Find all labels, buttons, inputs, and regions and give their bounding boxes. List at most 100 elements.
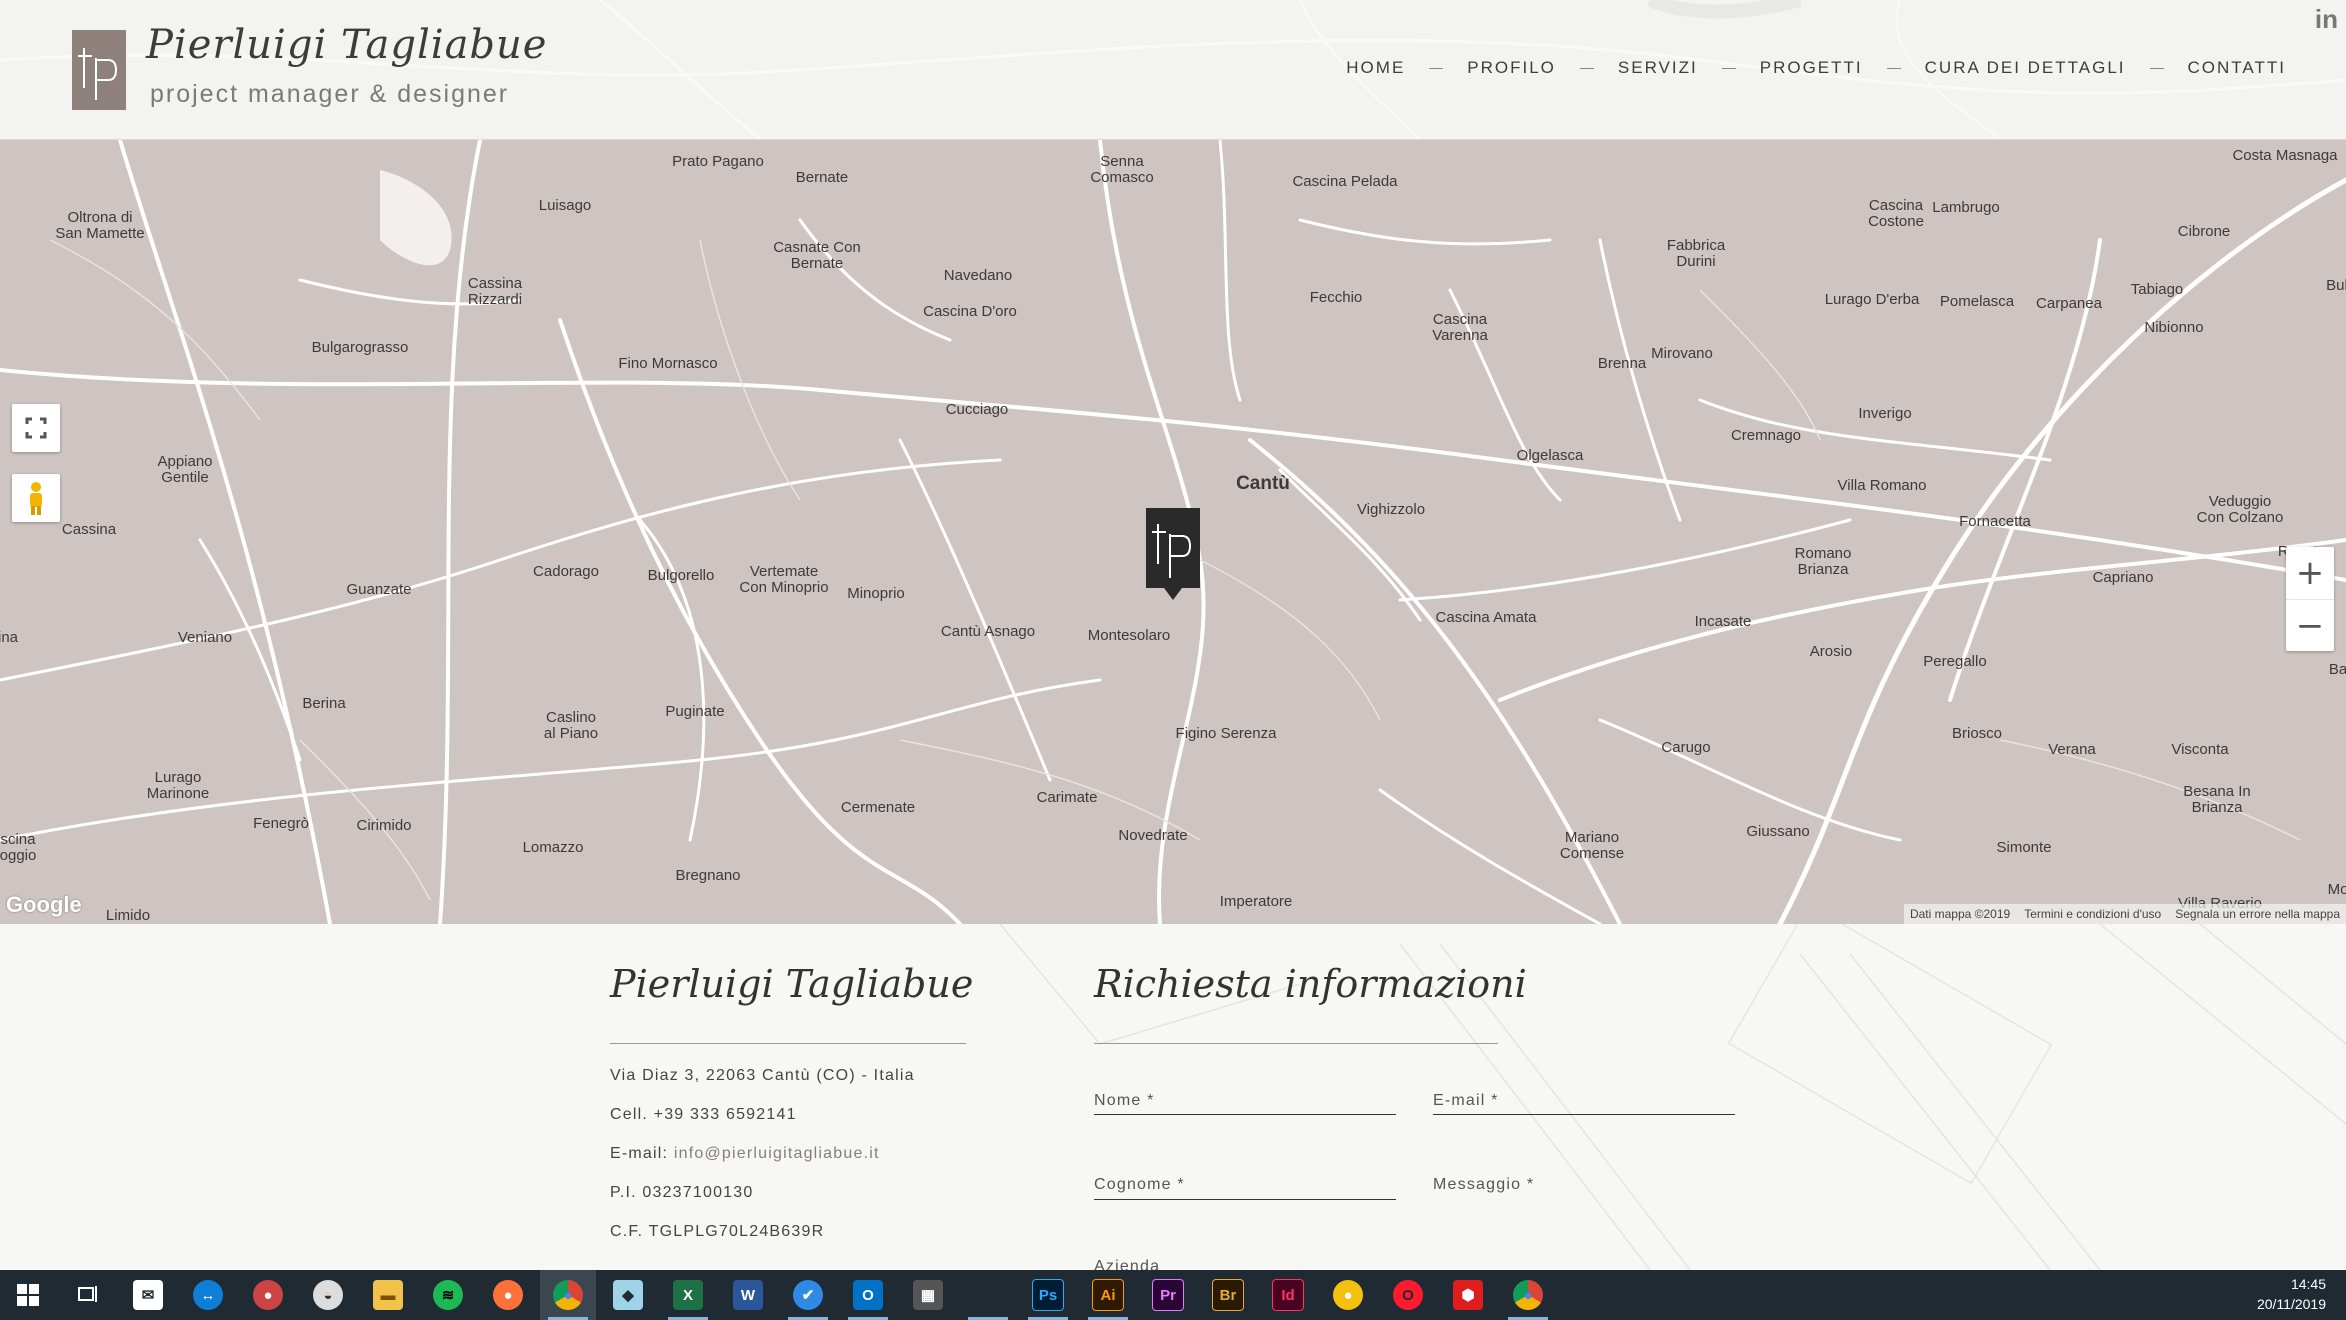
map-place-label: Cremnago bbox=[1730, 427, 1802, 444]
nav-home[interactable]: HOME bbox=[1346, 58, 1405, 78]
map-place-label: Lomazzo bbox=[522, 839, 584, 856]
map-place-label: Fabbrica Durini bbox=[1666, 237, 1726, 270]
map-place-label: Figino Serenza bbox=[1175, 725, 1277, 742]
map-place-label: Cadorago bbox=[533, 563, 599, 580]
map-place-label: Novedrate bbox=[1118, 827, 1188, 844]
map-place-label: Cucciago bbox=[945, 401, 1009, 418]
map-place-label: Minoprio bbox=[847, 585, 905, 602]
premiere-icon[interactable]: Pr bbox=[1140, 1270, 1196, 1320]
map-place-label: LimidoComasco bbox=[96, 907, 159, 925]
photoshop-icon[interactable]: Ps bbox=[1020, 1270, 1076, 1320]
map-place-label: Lurago D'erba bbox=[1824, 291, 1920, 308]
form-title: Richiesta informazioni bbox=[1094, 962, 1527, 1006]
zoom-out-button[interactable]: − bbox=[2286, 600, 2334, 652]
map-place-label: Visconta bbox=[2171, 741, 2229, 758]
vat-number-text: P.I. 03237100130 bbox=[610, 1184, 754, 1201]
zoom-controls: + − bbox=[2286, 547, 2334, 651]
map-place-label: Guanzate bbox=[346, 581, 412, 598]
map-place-label: Casnate Con Bernate bbox=[773, 239, 861, 272]
teamviewer-icon[interactable]: ↔ bbox=[180, 1270, 236, 1320]
email-label: E-mail: bbox=[610, 1145, 669, 1162]
app-icon[interactable]: ◆ bbox=[600, 1270, 656, 1320]
map-place-label: Oltrona di San Mamette bbox=[55, 209, 145, 242]
terms-link[interactable]: Termini e condizioni d'uso bbox=[2024, 907, 2161, 921]
nav-separator bbox=[2149, 67, 2164, 69]
map-place-label: Lurago Marinone bbox=[146, 769, 210, 802]
map-place-label: Cascina Pelada bbox=[1292, 173, 1398, 190]
email-field[interactable] bbox=[1433, 1114, 1735, 1115]
spotify-icon[interactable]: ≋ bbox=[420, 1270, 476, 1320]
linkedin-icon[interactable]: in bbox=[2315, 4, 2338, 35]
map-place-label: Berina bbox=[302, 695, 346, 712]
map-place-label: Cassina bbox=[61, 521, 117, 538]
map-place-label: Lambrugo bbox=[1932, 199, 2000, 216]
messaggio-label[interactable]: Messaggio * bbox=[1433, 1176, 1534, 1194]
site-header: Pierluigi Tagliabue project manager & de… bbox=[0, 0, 2346, 140]
map-place-label: Ba bbox=[2328, 661, 2346, 678]
firefox-icon[interactable]: ● bbox=[480, 1270, 536, 1320]
indesign-icon[interactable]: Id bbox=[1260, 1270, 1316, 1320]
zoom-in-button[interactable]: + bbox=[2286, 547, 2334, 600]
map-place-label: Cantù Asnago bbox=[940, 623, 1036, 640]
map-place-label: Cermenate bbox=[840, 799, 916, 816]
todo-icon[interactable]: ✔ bbox=[780, 1270, 836, 1320]
chrome-icon[interactable]: ● bbox=[1500, 1270, 1556, 1320]
app-icon[interactable]: ● bbox=[240, 1270, 296, 1320]
map-place-label: Bulgarograsso bbox=[311, 339, 409, 356]
start-button[interactable] bbox=[0, 1270, 56, 1320]
logo-mark[interactable] bbox=[72, 30, 126, 110]
map-place-label: Incasate bbox=[1694, 613, 1752, 630]
email-link[interactable]: info@pierluigitagliabue.it bbox=[674, 1145, 880, 1162]
bridge-icon[interactable]: Br bbox=[1200, 1270, 1256, 1320]
nav-contatti[interactable]: CONTATTI bbox=[2188, 58, 2286, 78]
map-place-label: Caslino al Piano bbox=[543, 709, 599, 742]
nome-field[interactable] bbox=[1094, 1114, 1396, 1115]
fullscreen-button[interactable] bbox=[12, 404, 60, 452]
map-place-label: Puginate bbox=[665, 703, 725, 720]
report-error-link[interactable]: Segnala un errore nella mappa bbox=[2175, 907, 2340, 921]
map-place-label: Cascina Varenna bbox=[1432, 311, 1488, 344]
nav-servizi[interactable]: SERVIZI bbox=[1618, 58, 1698, 78]
map-place-label: Prato Pagano bbox=[672, 153, 764, 170]
system-clock[interactable]: 14:45 20/11/2019 bbox=[2257, 1274, 2326, 1314]
map-place-label: Villa Romano bbox=[1837, 477, 1927, 494]
calculator-icon[interactable]: ▦ bbox=[900, 1270, 956, 1320]
title-divider bbox=[610, 1043, 966, 1044]
nav-separator bbox=[1886, 67, 1901, 69]
map-place-label: Fornacetta bbox=[1959, 513, 2031, 530]
opera-icon[interactable]: O bbox=[1380, 1270, 1436, 1320]
cognome-field[interactable] bbox=[1094, 1199, 1396, 1200]
app-icon[interactable]: ● bbox=[1320, 1270, 1376, 1320]
logo-tagline: project manager & designer bbox=[150, 80, 510, 108]
word-icon[interactable]: W bbox=[720, 1270, 776, 1320]
logo-name[interactable]: Pierluigi Tagliabue bbox=[146, 22, 547, 68]
map-place-label: scina oggio bbox=[0, 831, 37, 864]
nav-profilo[interactable]: PROFILO bbox=[1467, 58, 1556, 78]
nav-progetti[interactable]: PROGETTI bbox=[1760, 58, 1863, 78]
file-explorer-icon[interactable]: ▬ bbox=[360, 1270, 416, 1320]
app-icon[interactable]: ◒ bbox=[300, 1270, 356, 1320]
map-place-label: Carimate bbox=[1036, 789, 1098, 806]
nav-cura-dei-dettagli[interactable]: CURA DEI DETTAGLI bbox=[1925, 58, 2126, 78]
illustrator-icon[interactable]: Ai bbox=[1080, 1270, 1136, 1320]
app-icon[interactable] bbox=[960, 1270, 1016, 1320]
map-place-label: Imperatore bbox=[1219, 893, 1293, 910]
tax-code-text: C.F. TGLPLG70L24B639R bbox=[610, 1223, 825, 1240]
map-place-label: Bregnano bbox=[675, 867, 741, 884]
map-place-label: Cascina D'oro bbox=[923, 303, 1017, 320]
acrobat-icon[interactable]: ⬢ bbox=[1440, 1270, 1496, 1320]
excel-icon[interactable]: X bbox=[660, 1270, 716, 1320]
nome-label: Nome * bbox=[1094, 1092, 1155, 1109]
outlook-icon[interactable]: O bbox=[840, 1270, 896, 1320]
map-place-label: Montesolaro bbox=[1087, 627, 1171, 644]
street-view-pegman[interactable] bbox=[12, 474, 60, 522]
task-view-button[interactable] bbox=[60, 1270, 116, 1320]
location-pin-marker[interactable] bbox=[1146, 508, 1200, 600]
chrome-icon[interactable]: ● bbox=[540, 1270, 596, 1320]
azienda-label: Azienda bbox=[1094, 1258, 1161, 1270]
google-map[interactable]: Oltrona di San Mamette Luisago Prato Pagano… bbox=[0, 140, 2346, 924]
windows-logo-icon bbox=[17, 1284, 39, 1306]
mail-app-icon[interactable]: ✉ bbox=[120, 1270, 176, 1320]
map-place-label: Cibrone bbox=[2177, 223, 2231, 240]
nav-separator bbox=[1429, 67, 1444, 69]
